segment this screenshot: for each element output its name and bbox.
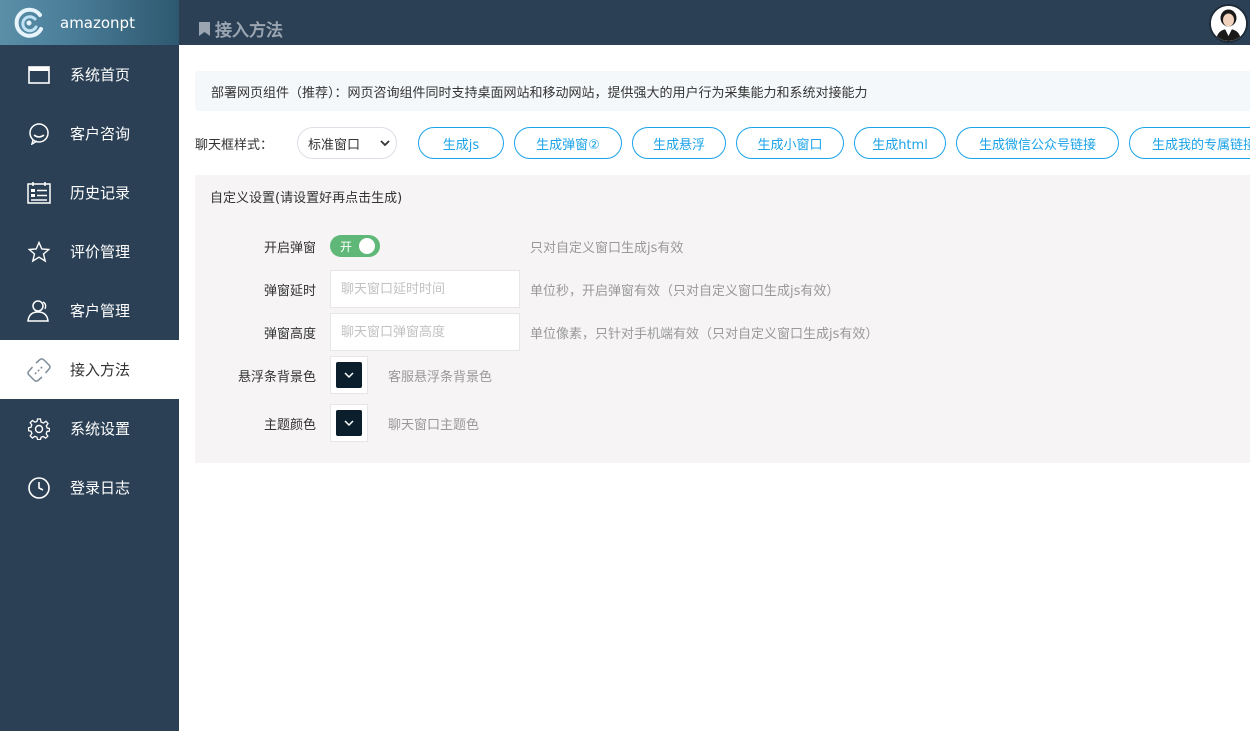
height-label: 弹窗高度	[263, 326, 316, 342]
theme-color-label: 主题颜色	[263, 417, 316, 433]
custom-settings-panel: 自定义设置(请设置好再点击生成) 开启弹窗 开 只对自定义窗口生成js有效 弹窗…	[195, 175, 1250, 463]
sidebar-item-settings[interactable]: 系统设置	[0, 399, 179, 458]
popup-label: 开启弹窗	[263, 240, 316, 256]
generate-small-window-button[interactable]: 生成小窗口	[736, 127, 844, 159]
chevron-down-icon	[344, 419, 354, 426]
history-list-icon	[27, 181, 51, 205]
generate-html-button[interactable]: 生成html	[854, 127, 946, 159]
sidebar-item-label: 评价管理	[70, 243, 131, 261]
theme-color-row: 主题颜色 聊天窗口主题色	[195, 404, 479, 442]
info-tip-text: 部署网页组件（推荐）：网页咨询组件同时支持桌面网站和移动网站，提供强大的用户行为…	[211, 85, 868, 101]
generate-wechat-link-button[interactable]: 生成微信公众号链接	[956, 127, 1119, 159]
sidebar-item-label: 客户咨询	[70, 125, 131, 143]
top-bar: 接入方法	[179, 0, 1250, 45]
chat-style-value: 标准窗口	[308, 137, 361, 153]
panel-title: 自定义设置(请设置好再点击生成)	[210, 191, 403, 206]
delay-label: 弹窗延时	[263, 283, 316, 299]
float-color-row: 悬浮条背景色 客服悬浮条背景色	[195, 356, 492, 394]
sidebar-item-label: 接入方法	[70, 361, 131, 379]
popup-row: 开启弹窗 开 只对自定义窗口生成js有效	[195, 227, 683, 265]
sidebar: amazonpt 系统首页 客户咨询 历史记录 评价管理 客户管理 接入方法 系…	[0, 0, 179, 731]
height-input[interactable]	[330, 313, 520, 351]
height-hint: 单位像素，只针对手机端有效（只对自定义窗口生成js有效）	[530, 326, 879, 342]
user-avatar-icon	[1211, 6, 1246, 41]
app-name: amazonpt	[60, 13, 135, 32]
generate-popup-button[interactable]: 生成弹窗②	[514, 127, 622, 159]
popup-toggle[interactable]: 开	[330, 235, 380, 257]
toggle-knob	[359, 238, 375, 254]
theme-color-swatch	[336, 410, 362, 436]
sidebar-item-customers[interactable]: 客户管理	[0, 281, 179, 340]
sidebar-item-consult[interactable]: 客户咨询	[0, 104, 179, 163]
browser-window-icon	[27, 63, 51, 87]
generate-personal-link-button[interactable]: 生成我的专属链接	[1129, 127, 1250, 159]
height-row: 弹窗高度 单位像素，只针对手机端有效（只对自定义窗口生成js有效）	[195, 313, 878, 351]
delay-row: 弹窗延时 单位秒，开启弹窗有效（只对自定义窗口生成js有效）	[195, 270, 839, 308]
page-title: 接入方法	[199, 16, 283, 41]
sidebar-item-login-log[interactable]: 登录日志	[0, 458, 179, 517]
delay-input[interactable]	[330, 270, 520, 308]
theme-color-hint: 聊天窗口主题色	[388, 417, 480, 433]
gear-icon	[27, 417, 51, 441]
star-icon	[27, 240, 51, 264]
sidebar-item-label: 历史记录	[70, 184, 131, 202]
generate-js-button[interactable]: 生成js	[418, 127, 504, 159]
logo-icon	[14, 7, 43, 38]
main-content: 部署网页组件（推荐）：网页咨询组件同时支持桌面网站和移动网站，提供强大的用户行为…	[179, 45, 1250, 731]
info-tip: 部署网页组件（推荐）：网页咨询组件同时支持桌面网站和移动网站，提供强大的用户行为…	[195, 71, 1250, 111]
bookmark-icon	[199, 21, 210, 36]
generate-float-button[interactable]: 生成悬浮	[632, 127, 726, 159]
float-color-label: 悬浮条背景色	[237, 369, 316, 385]
popup-hint: 只对自定义窗口生成js有效	[530, 240, 684, 256]
chevron-down-icon	[344, 371, 354, 378]
sidebar-item-reviews[interactable]: 评价管理	[0, 222, 179, 281]
logo[interactable]: amazonpt	[0, 0, 179, 45]
theme-color-picker[interactable]	[330, 404, 368, 442]
chat-style-row: 聊天框样式： 标准窗口 生成js 生成弹窗② 生成悬浮 生成小窗口 生成html…	[195, 127, 1250, 159]
sidebar-item-label: 系统设置	[70, 420, 131, 438]
sidebar-item-label: 登录日志	[70, 479, 131, 497]
chat-style-label: 聊天框样式：	[195, 137, 274, 153]
sidebar-item-home[interactable]: 系统首页	[0, 45, 179, 104]
chat-style-select[interactable]: 标准窗口	[297, 127, 397, 159]
link-icon	[27, 357, 51, 382]
chat-bubble-icon	[27, 122, 51, 146]
clock-icon	[27, 476, 51, 500]
sidebar-item-label: 客户管理	[70, 302, 131, 320]
page-title-text: 接入方法	[215, 21, 283, 41]
sidebar-item-integration[interactable]: 接入方法	[0, 340, 179, 399]
float-color-swatch	[336, 362, 362, 388]
users-icon	[27, 299, 51, 323]
sidebar-item-history[interactable]: 历史记录	[0, 163, 179, 222]
chevron-down-icon	[380, 140, 390, 147]
float-color-hint: 客服悬浮条背景色	[388, 369, 493, 385]
delay-hint: 单位秒，开启弹窗有效（只对自定义窗口生成js有效）	[530, 283, 840, 299]
sidebar-item-label: 系统首页	[70, 66, 131, 84]
float-color-picker[interactable]	[330, 356, 368, 394]
toggle-text: 开	[340, 239, 353, 254]
avatar[interactable]	[1209, 4, 1248, 43]
